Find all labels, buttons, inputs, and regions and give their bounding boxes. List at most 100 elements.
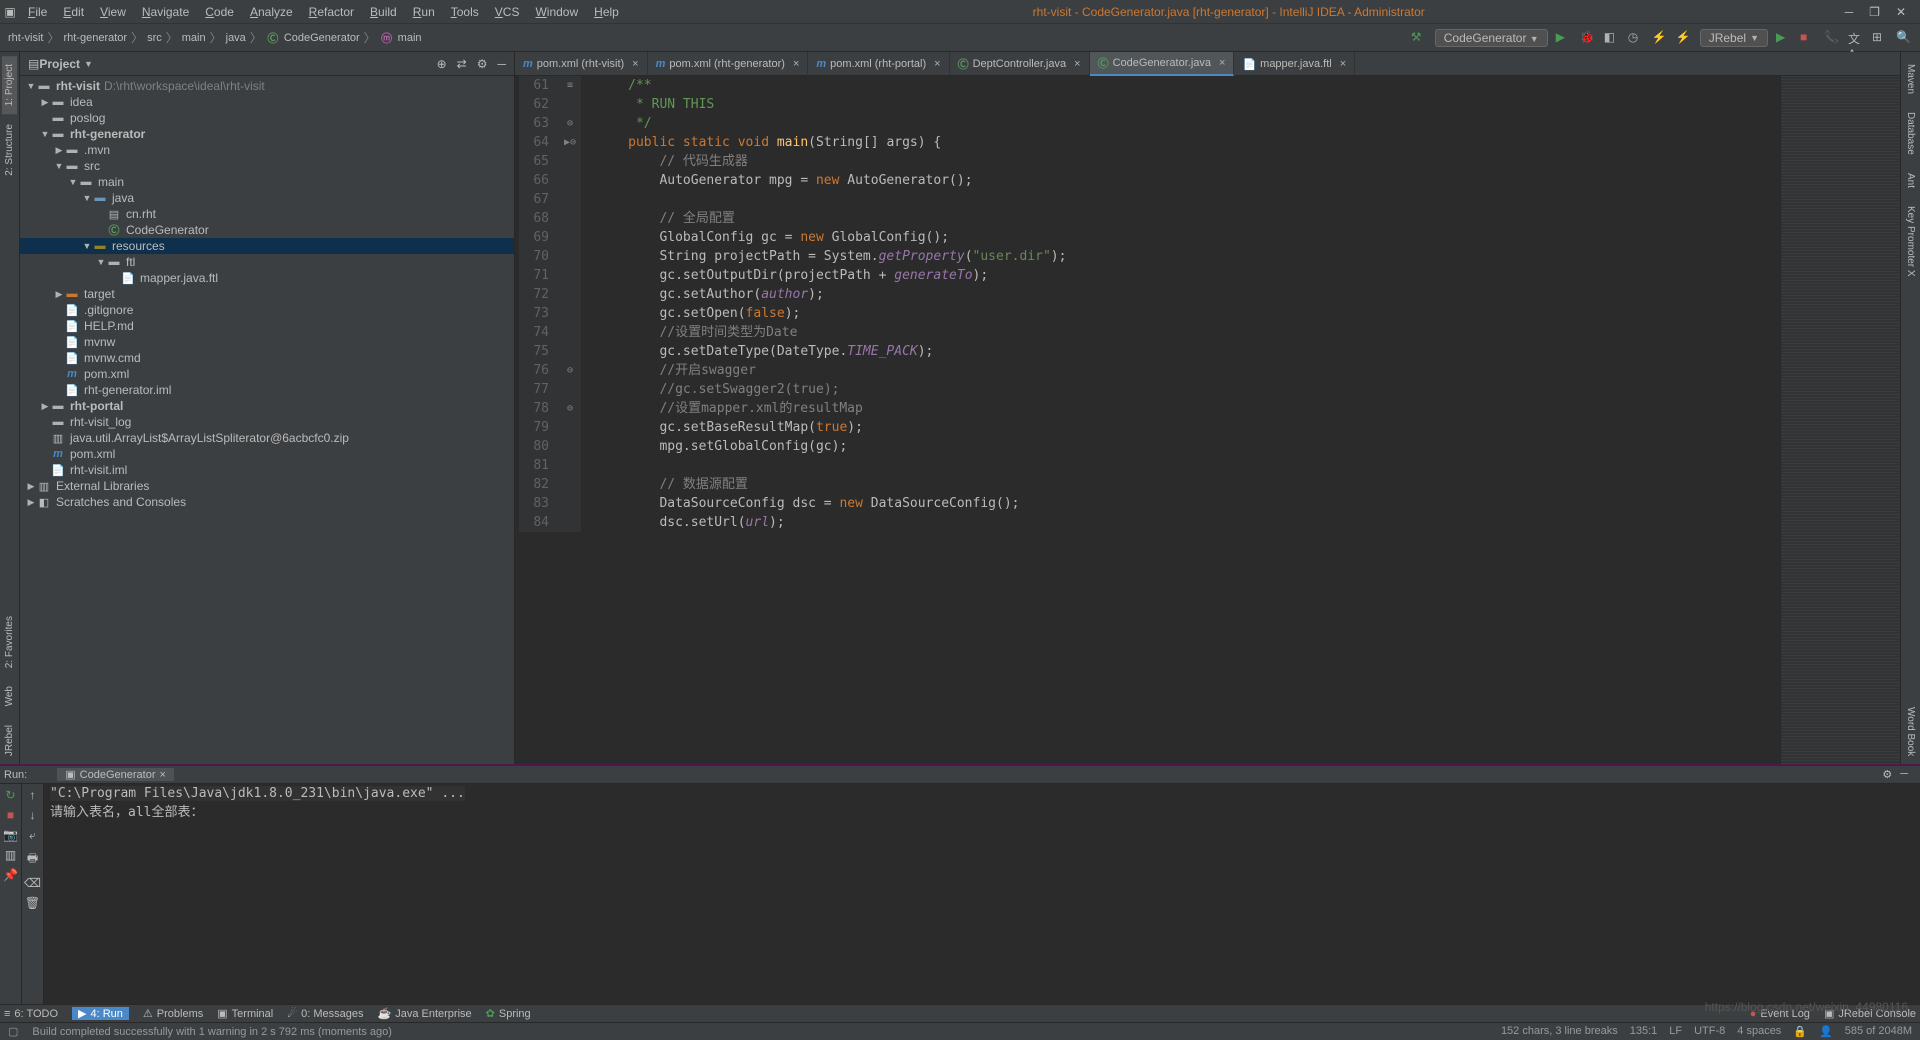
run-tab[interactable]: ▶4: Run: [72, 1007, 129, 1020]
tab-close-icon[interactable]: ×: [1336, 58, 1346, 70]
stop-icon[interactable]: ■: [1800, 30, 1816, 46]
lock-icon[interactable]: 🔒: [1793, 1025, 1807, 1038]
jrebel-toolwindow-tab[interactable]: JRebel: [2, 717, 17, 764]
gear-icon[interactable]: ⚙: [477, 57, 488, 71]
keypromoter-tab[interactable]: Key Promoter X: [1903, 198, 1918, 285]
crumb-class[interactable]: ⒸCodeGenerator: [266, 31, 360, 45]
messages-tab[interactable]: ☄0: Messages: [287, 1007, 363, 1020]
coverage-icon[interactable]: ◧: [1604, 30, 1620, 46]
terminal-tab[interactable]: ▣Terminal: [217, 1007, 273, 1020]
expand-icon[interactable]: ⇄: [457, 57, 467, 71]
wrap-icon[interactable]: ⤶: [29, 828, 36, 843]
project-tree[interactable]: ▼▬rht-visitD:\rht\workspace\ideal\rht-vi…: [20, 76, 514, 764]
run-icon[interactable]: ▶: [1556, 30, 1572, 46]
tab-close-icon[interactable]: ×: [1070, 58, 1080, 70]
up-arrow-icon[interactable]: ↑: [30, 788, 36, 802]
tab-pom-generator[interactable]: mpom.xml (rht-generator)×: [648, 52, 809, 76]
encoding[interactable]: UTF-8: [1694, 1025, 1725, 1038]
jrebel-run-icon[interactable]: ▶: [1776, 30, 1792, 46]
maven-tab[interactable]: Maven: [1903, 56, 1918, 102]
hide-run-icon[interactable]: ─: [1900, 768, 1908, 781]
structure-toolwindow-tab[interactable]: 2: Structure: [2, 116, 17, 184]
profile-icon[interactable]: ◷: [1628, 30, 1644, 46]
down-arrow-icon[interactable]: ↓: [30, 808, 36, 822]
menu-run[interactable]: Run: [405, 5, 443, 19]
jrebel-select[interactable]: JRebel ▼: [1700, 29, 1768, 47]
locate-icon[interactable]: ⊕: [437, 57, 447, 71]
console-output[interactable]: "C:\Program Files\Java\jdk1.8.0_231\bin\…: [44, 784, 1920, 1004]
minimize-icon[interactable]: ─: [1845, 5, 1854, 19]
build-icon[interactable]: ⚒: [1411, 30, 1427, 46]
menu-vcs[interactable]: VCS: [487, 5, 528, 19]
todo-tab[interactable]: ≡6: TODO: [4, 1008, 58, 1020]
crumb-module[interactable]: rht-generator: [63, 32, 127, 44]
menu-analyze[interactable]: Analyze: [242, 5, 301, 19]
menu-refactor[interactable]: Refactor: [301, 5, 362, 19]
wordbook-tab[interactable]: Word Book: [1903, 699, 1918, 764]
lightning-icon[interactable]: ⚡: [1652, 30, 1668, 46]
telephone-icon[interactable]: 📞: [1824, 30, 1840, 46]
menu-window[interactable]: Window: [527, 5, 586, 19]
clear-icon[interactable]: ⌫: [24, 876, 41, 890]
run-settings-icon[interactable]: ⚙: [1882, 768, 1892, 781]
favorites-toolwindow-tab[interactable]: 2: Favorites: [2, 608, 17, 676]
crumb-java[interactable]: java: [226, 32, 246, 44]
tab-pom-portal[interactable]: mpom.xml (rht-portal)×: [808, 52, 949, 76]
menu-file[interactable]: File: [20, 5, 55, 19]
stop-run-icon[interactable]: ■: [7, 808, 14, 822]
menu-build[interactable]: Build: [362, 5, 405, 19]
grid-icon[interactable]: ⊞: [1872, 30, 1888, 46]
tab-deptcontroller[interactable]: ⒸDeptController.java×: [950, 52, 1090, 76]
crumb-project[interactable]: rht-visit: [8, 32, 43, 44]
lightning2-icon[interactable]: ⚡: [1676, 30, 1692, 46]
inspection-icon[interactable]: 👤: [1819, 1025, 1833, 1038]
tab-mapper-ftl[interactable]: 📄mapper.java.ftl×: [1234, 52, 1355, 76]
web-toolwindow-tab[interactable]: Web: [2, 678, 17, 714]
crumb-main[interactable]: main: [182, 32, 206, 44]
camera-icon[interactable]: 📷: [3, 828, 18, 842]
tab-codegenerator[interactable]: ⒸCodeGenerator.java×: [1090, 52, 1235, 76]
menu-help[interactable]: Help: [586, 5, 627, 19]
translate-icon[interactable]: 文A: [1848, 30, 1864, 46]
menu-navigate[interactable]: Navigate: [134, 5, 197, 19]
tab-pom-visit[interactable]: mpom.xml (rht-visit)×: [515, 52, 648, 76]
minimap[interactable]: [1780, 76, 1900, 764]
ant-tab[interactable]: Ant: [1903, 165, 1918, 196]
tw-quick-access-icon[interactable]: ▢: [8, 1025, 18, 1038]
selection-info: 152 chars, 3 line breaks: [1501, 1025, 1618, 1038]
app-icon: ▣: [0, 5, 20, 19]
trash-icon[interactable]: 🗑: [25, 896, 40, 910]
run-tab[interactable]: ▣ CodeGenerator ×: [57, 768, 174, 781]
project-toolwindow-tab[interactable]: 1: Project: [2, 56, 17, 114]
problems-tab[interactable]: ⚠Problems: [143, 1007, 203, 1020]
code-editor[interactable]: 61≡ /**62 * RUN THIS63⊖ */64▶⊖ public st…: [515, 76, 1780, 764]
tab-close-icon[interactable]: ×: [930, 58, 940, 70]
tab-close-icon[interactable]: ×: [628, 58, 638, 70]
debug-icon[interactable]: 🐞: [1580, 30, 1596, 46]
rerun-icon[interactable]: ↻: [5, 788, 15, 802]
layout-icon[interactable]: ▥: [5, 848, 16, 862]
line-separator[interactable]: LF: [1669, 1025, 1682, 1038]
menu-tools[interactable]: Tools: [443, 5, 487, 19]
menu-code[interactable]: Code: [197, 5, 242, 19]
spring-tab[interactable]: ✿Spring: [486, 1007, 531, 1020]
search-icon[interactable]: 🔍: [1896, 30, 1912, 46]
caret-position[interactable]: 135:1: [1630, 1025, 1658, 1038]
tab-close-icon[interactable]: ×: [1215, 57, 1225, 69]
close-icon[interactable]: ✕: [1896, 5, 1906, 19]
print-icon[interactable]: 🖶: [27, 849, 38, 870]
crumb-method[interactable]: ⓜmain: [380, 31, 422, 45]
memory-indicator[interactable]: 585 of 2048M: [1845, 1025, 1912, 1038]
run-config-select[interactable]: CodeGenerator ▼: [1435, 29, 1548, 47]
menu-view[interactable]: View: [92, 5, 134, 19]
hide-panel-icon[interactable]: ─: [497, 57, 506, 71]
tab-close-icon[interactable]: ×: [789, 58, 799, 70]
menu-edit[interactable]: Edit: [55, 5, 92, 19]
indent-info[interactable]: 4 spaces: [1737, 1025, 1781, 1038]
java-enterprise-tab[interactable]: ☕Java Enterprise: [378, 1007, 472, 1020]
maximize-icon[interactable]: ❐: [1869, 5, 1880, 19]
close-run-tab-icon[interactable]: ×: [159, 769, 165, 781]
database-tab[interactable]: Database: [1903, 104, 1918, 163]
pin-icon[interactable]: 📌: [3, 868, 18, 882]
crumb-src[interactable]: src: [147, 32, 162, 44]
